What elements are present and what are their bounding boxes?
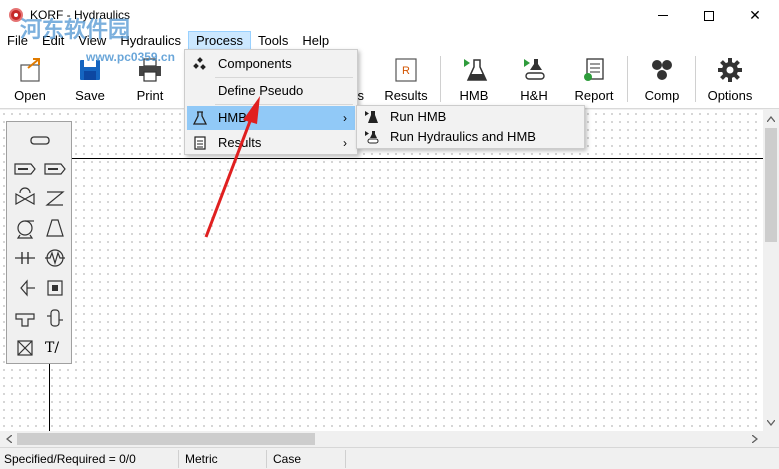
menu-help[interactable]: Help [295,31,336,50]
maximize-icon [704,10,714,21]
comp-molecule-icon [652,60,672,80]
comp-label: Comp [644,88,680,103]
components-icon [193,57,206,70]
menu-separator [215,104,353,105]
minimize-button[interactable] [640,0,686,31]
menu-item-components[interactable]: Components [187,52,355,76]
drawing-canvas[interactable] [0,110,763,431]
check-valve-tool-icon[interactable] [43,186,67,210]
menu-item-results-label: Results [218,135,262,150]
control-valve-tool-icon[interactable] [13,186,37,210]
menu-item-hmb-label: HMB [218,110,247,125]
toolbar-separator [695,56,696,102]
results-label: Results [384,88,428,103]
equipment-palette: T/ [6,121,72,364]
drawn-pipe-vertical[interactable] [49,364,50,431]
scroll-right-arrow-icon[interactable] [746,431,763,447]
hh-label: H&H [520,88,548,103]
scroll-down-arrow-icon[interactable] [763,414,779,431]
process-menu: Components Define Pseudo HMB › Results › [184,49,358,155]
comp-button[interactable]: Comp [634,52,690,107]
results-doc-icon [194,136,206,150]
menu-item-run-hmb[interactable]: Run HMB [359,107,582,127]
tee-tool-icon[interactable] [13,306,37,330]
status-case: Case [273,452,302,466]
toolbar-separator [440,56,441,102]
status-separator [178,450,179,468]
hmb-flask-icon [464,59,488,81]
hh-run-icon [524,59,545,80]
pump-tool-icon[interactable] [13,216,37,240]
menu-process[interactable]: Process [188,31,251,50]
orifice-tool-icon[interactable] [13,246,37,270]
menu-separator [215,77,353,78]
maximize-button[interactable] [686,0,732,31]
menu-item-results[interactable]: Results › [187,131,355,155]
menu-item-define-pseudo-label: Define Pseudo [218,83,304,98]
hmb-label: HMB [459,88,489,103]
status-separator [266,450,267,468]
minimize-icon [658,15,668,16]
run-flask-icon [365,111,378,123]
product-tool-icon[interactable] [43,157,67,181]
vessel-tool-icon[interactable] [43,276,67,300]
status-specified-required: Specified/Required = 0/0 [4,452,136,466]
pipe-tool-icon[interactable] [28,128,52,152]
report-label: Report [574,88,614,103]
vertical-scroll-thumb[interactable] [765,128,777,242]
results-icon: R [395,58,417,82]
status-units: Metric [185,452,218,466]
watermark-url: www.pc0359.cn [86,50,175,64]
menu-item-run-hydraulics-hmb[interactable]: Run Hydraulics and HMB [359,127,582,147]
options-label: Options [707,88,753,103]
watermark-logo: 河东软件园 [20,17,131,42]
drawn-pipe-horizontal[interactable] [72,158,763,159]
open-button[interactable]: Open [2,52,58,107]
menu-item-hmb[interactable]: HMB › [187,106,355,130]
horizontal-scroll-thumb[interactable] [17,433,315,445]
status-bar: Specified/Required = 0/0 Metric Case [0,447,779,469]
toolbar-separator [627,56,628,102]
nozzle-tool-icon[interactable] [13,276,37,300]
report-icon [584,58,604,81]
results-badge: R [402,65,410,77]
report-button[interactable]: Report [566,52,622,107]
menu-item-run-hydraulics-hmb-label: Run Hydraulics and HMB [390,129,536,144]
submenu-chevron-icon: › [343,136,347,150]
close-icon: ✕ [749,7,761,23]
run-hh-icon [365,131,379,144]
open-label: Open [14,88,46,103]
horizontal-scrollbar[interactable] [0,431,763,447]
hmb-submenu: Run HMB Run Hydraulics and HMB [356,105,585,149]
hmb-button[interactable]: HMB [446,52,502,107]
heat-exchanger-tool-icon[interactable] [43,246,67,270]
flask-icon [193,111,207,125]
submenu-chevron-icon: › [343,111,347,125]
hh-button[interactable]: H&H [506,52,562,107]
open-icon [20,58,40,82]
feed-tool-icon[interactable] [13,157,37,181]
print-label: Print [136,88,164,103]
vertical-scrollbar[interactable] [763,110,779,431]
scrollbar-corner [763,431,779,447]
scroll-left-arrow-icon[interactable] [0,431,17,447]
menu-item-components-label: Components [218,56,292,71]
text-tool-icon[interactable]: T/ [45,340,69,364]
separator-tool-icon[interactable] [43,306,67,330]
menu-tools[interactable]: Tools [251,31,295,50]
status-separator [345,450,346,468]
misc-equipment-tool-icon[interactable] [13,336,37,360]
save-label: Save [75,88,105,103]
close-button[interactable]: ✕ [732,0,778,31]
results-button[interactable]: R Results [378,52,434,107]
compressor-tool-icon[interactable] [43,216,67,240]
menu-item-run-hmb-label: Run HMB [390,109,447,124]
options-button[interactable]: Options [702,52,758,107]
options-gear-icon [718,58,742,82]
menu-item-define-pseudo[interactable]: Define Pseudo [187,79,355,103]
scroll-up-arrow-icon[interactable] [763,110,779,127]
